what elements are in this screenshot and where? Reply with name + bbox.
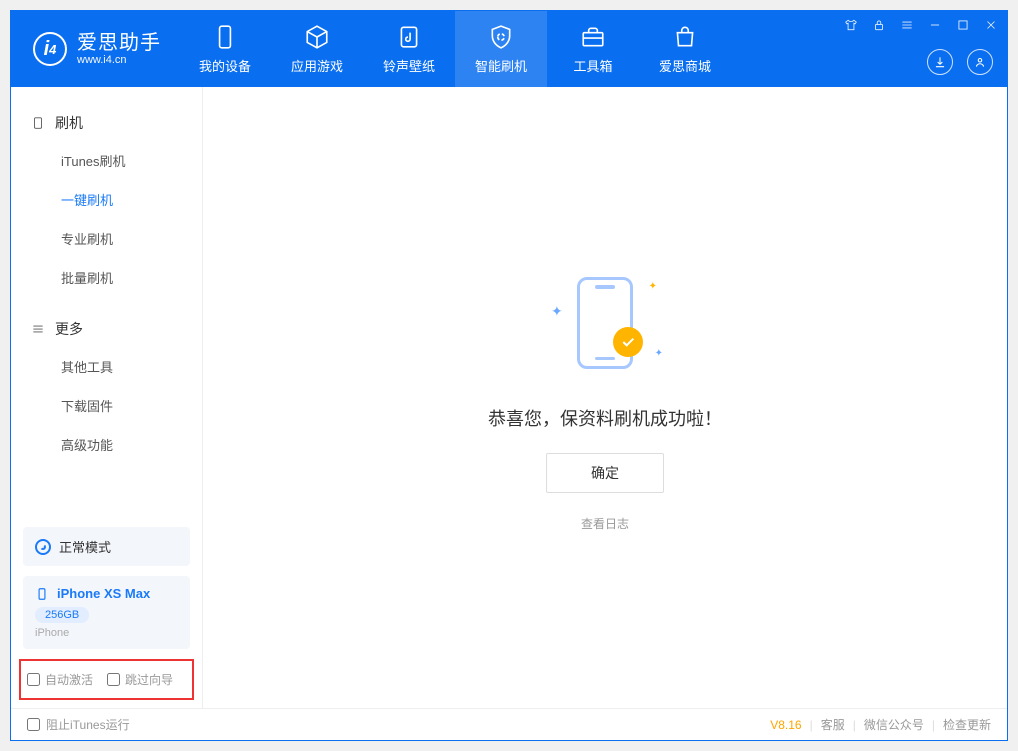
device-capacity: 256GB: [35, 607, 89, 623]
bag-icon: [672, 24, 698, 50]
sidebar-item-pro-flash[interactable]: 专业刷机: [11, 219, 202, 258]
cube-icon: [304, 24, 330, 50]
phone-icon: [212, 24, 238, 50]
mode-label: 正常模式: [59, 537, 111, 556]
sidebar-item-batch-flash[interactable]: 批量刷机: [11, 258, 202, 297]
sidebar-item-download-firmware[interactable]: 下载固件: [11, 386, 202, 425]
menu-icon[interactable]: [899, 17, 915, 33]
nav-ringtones[interactable]: 铃声壁纸: [363, 11, 455, 87]
shirt-icon[interactable]: [843, 17, 859, 33]
body: 刷机 iTunes刷机 一键刷机 专业刷机 批量刷机 更多 其他工具 下载固件 …: [11, 87, 1007, 708]
device-icon: [31, 116, 45, 130]
status-link-support[interactable]: 客服: [821, 716, 845, 733]
window-controls: [843, 17, 999, 33]
sidebar-item-other-tools[interactable]: 其他工具: [11, 347, 202, 386]
checkbox-auto-activate[interactable]: 自动激活: [27, 671, 93, 688]
sidebar: 刷机 iTunes刷机 一键刷机 专业刷机 批量刷机 更多 其他工具 下载固件 …: [11, 87, 203, 708]
app-url: www.i4.cn: [77, 54, 161, 66]
app-name: 爱思助手: [77, 32, 161, 54]
success-illustration: ✦ ✦ ✦: [545, 263, 665, 383]
sidebar-group-more: 更多: [11, 311, 202, 347]
sidebar-item-advanced[interactable]: 高级功能: [11, 425, 202, 464]
nav-toolbox[interactable]: 工具箱: [547, 11, 639, 87]
nav-apps-games[interactable]: 应用游戏: [271, 11, 363, 87]
nav-store[interactable]: 爱思商城: [639, 11, 731, 87]
main-nav: 我的设备 应用游戏 铃声壁纸 智能刷机 工具箱 爱思商城: [179, 11, 731, 87]
sparkle-icon: ✦: [655, 348, 663, 359]
close-button[interactable]: [983, 17, 999, 33]
status-link-update[interactable]: 检查更新: [943, 716, 991, 733]
download-button[interactable]: [927, 49, 953, 75]
nav-smart-flash[interactable]: 智能刷机: [455, 11, 547, 87]
list-icon: [31, 322, 45, 336]
sparkle-icon: ✦: [551, 303, 563, 320]
status-link-wechat[interactable]: 微信公众号: [864, 716, 924, 733]
statusbar: 阻止iTunes运行 V8.16 | 客服 | 微信公众号 | 检查更新: [11, 708, 1007, 740]
music-file-icon: [396, 24, 422, 50]
device-name: iPhone XS Max: [57, 586, 150, 601]
logo-icon: i4: [33, 32, 67, 66]
success-check-icon: [613, 327, 643, 357]
shield-refresh-icon: [488, 24, 514, 50]
lock-icon[interactable]: [871, 17, 887, 33]
version-label: V8.16: [770, 718, 801, 732]
main-content: ✦ ✦ ✦ 恭喜您，保资料刷机成功啦！ 确定 查看日志: [203, 87, 1007, 708]
maximize-button[interactable]: [955, 17, 971, 33]
mode-icon: [35, 539, 51, 555]
view-log-link[interactable]: 查看日志: [581, 515, 629, 532]
app-window: i4 爱思助手 www.i4.cn 我的设备 应用游戏 铃声壁纸 智能刷机 工具…: [10, 10, 1008, 741]
mode-indicator[interactable]: 正常模式: [23, 527, 190, 566]
sparkle-icon: ✦: [649, 281, 657, 292]
flash-options: 自动激活 跳过向导: [19, 659, 194, 700]
minimize-button[interactable]: [927, 17, 943, 33]
device-type: iPhone: [35, 627, 178, 639]
sidebar-item-onekey-flash[interactable]: 一键刷机: [11, 180, 202, 219]
titlebar: i4 爱思助手 www.i4.cn 我的设备 应用游戏 铃声壁纸 智能刷机 工具…: [11, 11, 1007, 87]
logo: i4 爱思助手 www.i4.cn: [11, 11, 179, 87]
sidebar-item-itunes-flash[interactable]: iTunes刷机: [11, 141, 202, 180]
user-button[interactable]: [967, 49, 993, 75]
nav-my-device[interactable]: 我的设备: [179, 11, 271, 87]
checkbox-block-itunes[interactable]: 阻止iTunes运行: [27, 716, 130, 733]
ok-button[interactable]: 确定: [546, 453, 664, 493]
checkbox-skip-wizard[interactable]: 跳过向导: [107, 671, 173, 688]
sidebar-group-flash: 刷机: [11, 105, 202, 141]
device-card[interactable]: iPhone XS Max 256GB iPhone: [23, 576, 190, 649]
header-actions: [927, 49, 993, 75]
phone-small-icon: [35, 587, 49, 601]
success-message: 恭喜您，保资料刷机成功啦！: [488, 405, 722, 431]
toolbox-icon: [580, 24, 606, 50]
